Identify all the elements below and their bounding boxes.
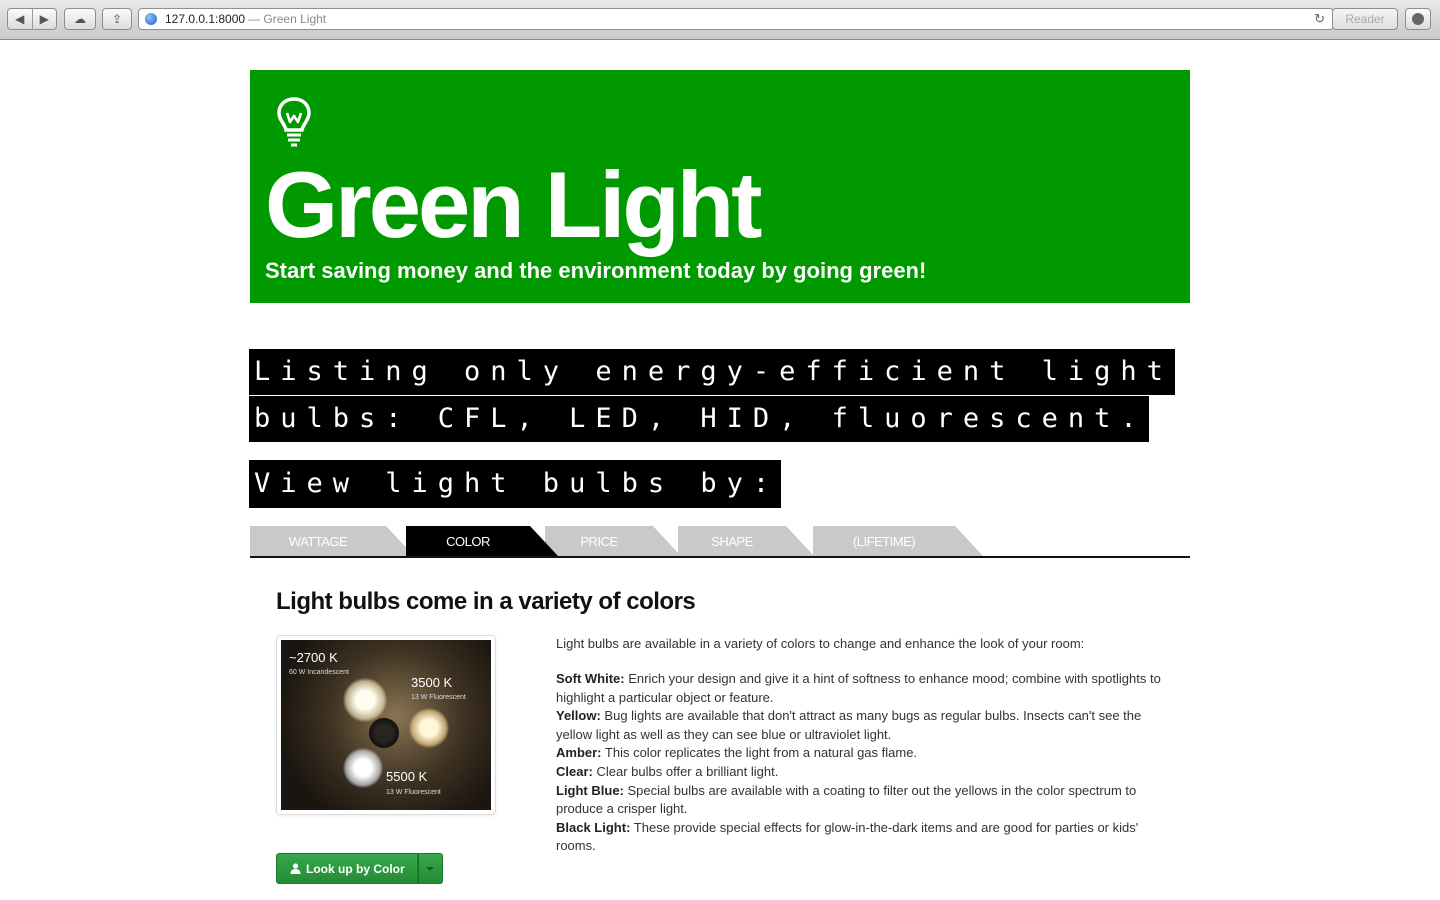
color-descriptions: Soft White: Enrich your design and give … xyxy=(556,670,1166,856)
warm-bulb-glow xyxy=(343,678,387,722)
nav-buttons: ◀ ▶ xyxy=(7,8,57,30)
intro-text: Light bulbs are available in a variety o… xyxy=(556,636,1085,651)
banner-line-2: bulbs: CFL, LED, HID, fluorescent. xyxy=(249,396,1149,442)
site-header: Green Light Start saving money and the e… xyxy=(250,70,1190,303)
bulbs-photo: ~2700 K 60 W Incandescent 3500 K 13 W Fl… xyxy=(281,640,491,810)
list-item: Black Light: These provide special effec… xyxy=(556,819,1166,856)
list-item: Amber: This color replicates the light f… xyxy=(556,744,1166,763)
list-item: Light Blue: Special bulbs are available … xyxy=(556,782,1166,819)
photo-label-2700: ~2700 K xyxy=(289,650,338,665)
list-item: Soft White: Enrich your design and give … xyxy=(556,670,1166,707)
tab-shape[interactable]: SHAPE xyxy=(678,526,814,556)
photo-label-5500: 5500 K xyxy=(386,769,428,784)
lookup-dropdown-toggle[interactable] xyxy=(417,853,443,884)
tab-wattage[interactable]: WATTAGE xyxy=(250,526,414,556)
color-text: This color replicates the light from a n… xyxy=(604,745,918,761)
reload-icon[interactable]: ↻ xyxy=(1314,11,1325,27)
tab-price[interactable]: PRICE xyxy=(545,526,681,556)
cloud-icon: ☁ xyxy=(74,12,86,26)
section-heading: Light bulbs come in a variety of colors xyxy=(276,588,696,615)
color-name: Amber: xyxy=(556,745,602,761)
banner-line-3: View light bulbs by: xyxy=(249,460,782,508)
caret-down-icon xyxy=(426,866,435,871)
socket-hub xyxy=(369,718,399,748)
lookup-button-group: Look up by Color xyxy=(276,853,443,884)
browser-toolbar: ◀ ▶ ☁ ⇪ 127.0.0.1:8000 — Green Light ↻ R… xyxy=(0,0,1440,40)
color-name: Black Light: xyxy=(556,819,631,835)
color-name: Soft White: xyxy=(556,671,625,686)
color-name: Clear: xyxy=(556,763,593,779)
address-bar[interactable]: 127.0.0.1:8000 — Green Light ↻ xyxy=(138,8,1334,30)
forward-icon[interactable]: ▶ xyxy=(33,12,57,26)
color-text: These provide special effects for glow-i… xyxy=(556,819,1139,854)
photo-sublabel-3500: 13 W Fluorescent xyxy=(411,694,466,701)
category-tabs: WATTAGE COLOR PRICE SHAPE (LIFETIME) xyxy=(250,526,1190,558)
banner-text-3: View light bulbs by: xyxy=(249,460,782,508)
color-text: Special bulbs are available with a coati… xyxy=(556,782,1137,817)
banner-text-2: bulbs: CFL, LED, HID, fluorescent. xyxy=(249,396,1149,442)
list-item: Clear: Clear bulbs offer a brilliant lig… xyxy=(556,763,1166,782)
reader-button[interactable]: Reader xyxy=(1332,8,1398,30)
download-icon xyxy=(1412,13,1424,25)
lightbulb-icon xyxy=(277,97,311,147)
tab-lifetime[interactable]: (LIFETIME) xyxy=(813,526,983,556)
url-host: 127.0.0.1:8000 xyxy=(165,12,246,26)
lookup-by-color-button[interactable]: Look up by Color xyxy=(276,853,418,884)
color-name: Light Blue: xyxy=(556,782,624,798)
color-temperature-image: ~2700 K 60 W Incandescent 3500 K 13 W Fl… xyxy=(276,635,496,815)
site-title: Green Light xyxy=(265,152,762,257)
banner-text-1: Listing only energy-efficient light xyxy=(249,349,1175,395)
url-page-title: — Green Light xyxy=(248,12,327,26)
color-text: Clear bulbs offer a brilliant light. xyxy=(596,763,779,779)
back-icon[interactable]: ◀ xyxy=(8,12,32,26)
photo-sublabel-5500: 13 W Fluorescent xyxy=(386,789,441,796)
share-button[interactable]: ⇪ xyxy=(102,8,132,30)
banner-line-1: Listing only energy-efficient light xyxy=(249,349,1175,395)
tab-color[interactable]: COLOR xyxy=(406,526,558,556)
mid-bulb-glow xyxy=(409,708,449,748)
downloads-button[interactable] xyxy=(1405,8,1431,30)
cool-bulb-glow xyxy=(343,748,383,788)
color-text: Bug lights are available that don't attr… xyxy=(556,708,1142,742)
icloud-tabs-button[interactable]: ☁ xyxy=(64,8,96,30)
color-text: Enrich your design and give it a hint of… xyxy=(556,671,1161,705)
photo-label-3500: 3500 K xyxy=(411,675,453,690)
photo-sublabel-2700: 60 W Incandescent xyxy=(289,669,349,676)
color-name: Yellow: xyxy=(556,708,601,724)
globe-icon xyxy=(145,13,157,25)
lookup-button-label: Look up by Color xyxy=(306,861,405,876)
share-icon: ⇪ xyxy=(111,12,123,26)
user-icon xyxy=(290,863,301,874)
list-item: Yellow: Bug lights are available that do… xyxy=(556,707,1166,744)
site-subtitle: Start saving money and the environment t… xyxy=(265,258,927,283)
